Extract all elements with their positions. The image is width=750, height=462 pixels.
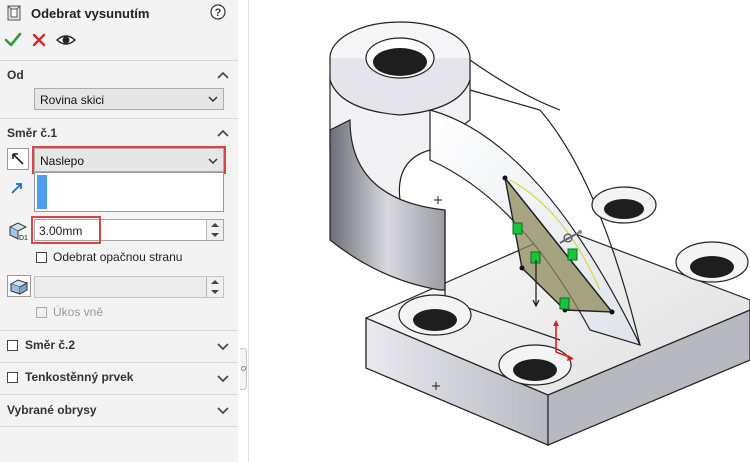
section-direction2-title: Směr č.2 xyxy=(25,338,76,352)
depth-highlight xyxy=(31,216,101,244)
ok-check-icon[interactable] xyxy=(4,31,22,49)
depth-dimension-icon: D1 xyxy=(8,222,28,242)
divider xyxy=(0,118,238,119)
divider xyxy=(0,60,238,61)
divider xyxy=(0,394,238,395)
section-direction1-title: Směr č.1 xyxy=(7,126,58,140)
direction-vector-list[interactable] xyxy=(34,172,224,212)
divider xyxy=(0,330,238,331)
top-boss xyxy=(329,21,471,116)
chevron-up-icon[interactable] xyxy=(216,70,230,80)
end-condition-highlight xyxy=(32,146,226,174)
from-select-value: Rovina skici xyxy=(40,93,105,107)
svg-text:?: ? xyxy=(215,7,222,19)
flip-side-label: Odebrat opačnou stranu xyxy=(53,250,183,264)
property-manager-panel: Odebrat vysunutím ? Od Rovina skici Směr… xyxy=(0,0,239,462)
section-selected-contours-title: Vybrané obrysy xyxy=(7,403,97,417)
direction-arrow-icon xyxy=(11,183,22,194)
help-icon[interactable]: ? xyxy=(210,4,226,20)
divider xyxy=(0,426,238,427)
sketch-relation-icon xyxy=(567,248,578,261)
action-bar xyxy=(0,28,238,54)
panel-title-row: Odebrat vysunutím ? xyxy=(0,0,238,28)
reverse-direction-icon xyxy=(12,153,24,165)
panel-splitter[interactable] xyxy=(238,0,249,462)
depth-spinner[interactable] xyxy=(206,220,223,240)
section-thin-feature-title: Tenkostěnný prvek xyxy=(25,370,134,384)
chevron-down-icon[interactable] xyxy=(216,341,230,351)
cut-extrude-icon xyxy=(7,5,21,21)
panel-collapse-handle[interactable] xyxy=(240,348,247,390)
draft-outward-label: Úkos vně xyxy=(53,305,104,319)
thin-feature-checkbox[interactable] xyxy=(7,372,18,383)
preview-eye-icon[interactable] xyxy=(56,31,76,49)
divider xyxy=(0,362,238,363)
chevron-down-icon[interactable] xyxy=(216,373,230,383)
selection-indicator xyxy=(37,175,47,209)
draft-angle-input[interactable] xyxy=(34,276,224,298)
chevron-down-icon xyxy=(208,96,218,103)
cancel-x-icon[interactable] xyxy=(30,31,48,49)
draft-angle-spinner[interactable] xyxy=(206,277,223,297)
from-select[interactable]: Rovina skici xyxy=(34,88,224,110)
chevron-up-icon[interactable] xyxy=(216,128,230,138)
panel-title: Odebrat vysunutím xyxy=(31,6,150,21)
chevron-down-icon[interactable] xyxy=(216,405,230,415)
sketch-relation-icon xyxy=(512,222,523,235)
draft-icon xyxy=(9,279,29,295)
sketch-relation-icon xyxy=(559,297,570,310)
direction2-checkbox[interactable] xyxy=(7,340,18,351)
flip-side-checkbox[interactable] xyxy=(36,252,47,263)
svg-text:D1: D1 xyxy=(19,235,28,242)
draft-outward-checkbox xyxy=(36,307,47,318)
reverse-direction-button[interactable] xyxy=(7,148,29,170)
section-from-title: Od xyxy=(7,68,24,82)
draft-toggle-button[interactable] xyxy=(7,275,31,297)
graphics-viewport[interactable] xyxy=(250,0,750,462)
